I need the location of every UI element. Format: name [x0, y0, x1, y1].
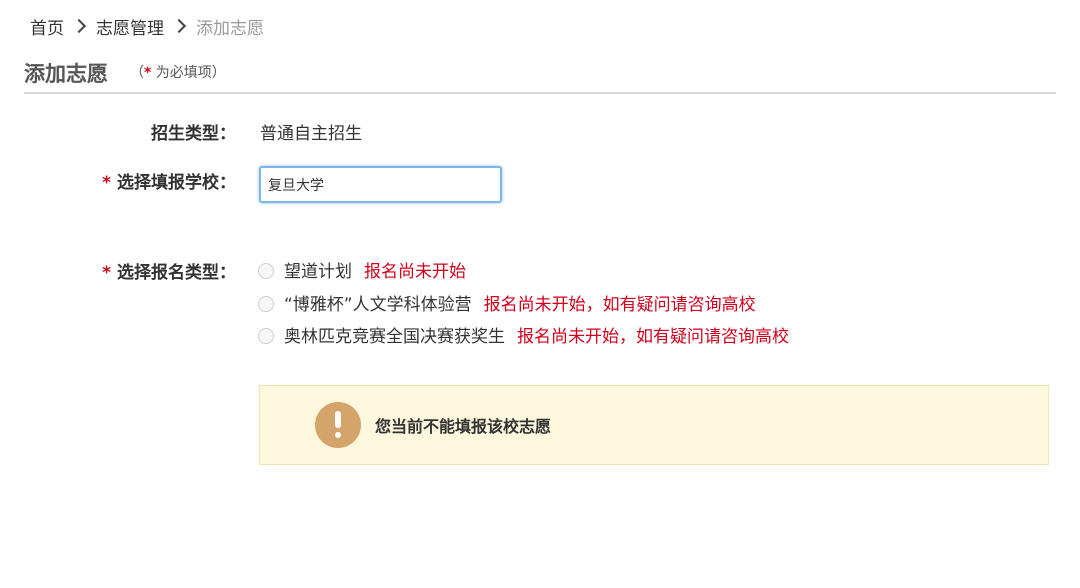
breadcrumb-home[interactable]: 首页	[30, 14, 64, 39]
required-note-open: （	[130, 65, 144, 81]
warning-text: 您当前不能填报该校志愿	[375, 417, 552, 436]
page-title: 添加志愿	[24, 62, 108, 86]
option-label: “博雅杯”人文学科体验营	[284, 294, 472, 315]
required-note-text: 为必填项）	[151, 65, 226, 81]
required-note: （* 为必填项）	[130, 62, 226, 82]
school-input[interactable]	[259, 166, 502, 203]
option-status: 报名尚未开始	[364, 261, 466, 282]
page-header: 添加志愿 （* 为必填项）	[24, 54, 1056, 94]
chevron-right-icon	[171, 18, 187, 34]
radio-button[interactable]	[258, 328, 274, 344]
exclamation-icon	[315, 402, 361, 448]
apply-type-option[interactable]: 望道计划 报名尚未开始	[258, 257, 466, 282]
add-application-page: 首页 志愿管理 添加志愿 添加志愿 （* 为必填项） 招生类型： 普通自主招生 …	[0, 0, 1080, 588]
warning-alert: 您当前不能填报该校志愿	[259, 385, 1049, 465]
admission-type-label: 招生类型：	[151, 124, 236, 144]
radio-button[interactable]	[258, 263, 274, 279]
chevron-right-icon	[71, 18, 87, 34]
breadcrumb-current: 添加志愿	[196, 18, 264, 39]
apply-type-label-text: 选择报名类型：	[117, 263, 236, 283]
required-star: *	[102, 173, 111, 193]
school-label-text: 选择填报学校：	[117, 173, 236, 193]
option-label: 奥林匹克竞赛全国决赛获奖生	[284, 326, 505, 347]
option-status: 报名尚未开始，如有疑问请咨询高校	[483, 294, 756, 315]
admission-type-value: 普通自主招生	[260, 124, 362, 144]
apply-type-label: * 选择报名类型：	[102, 258, 236, 283]
option-status: 报名尚未开始，如有疑问请咨询高校	[517, 326, 789, 347]
school-label: * 选择填报学校：	[102, 168, 236, 193]
option-label: 望道计划	[284, 261, 352, 282]
apply-type-option[interactable]: “博雅杯”人文学科体验营 报名尚未开始，如有疑问请咨询高校	[258, 290, 756, 315]
breadcrumb-application-management[interactable]: 志愿管理	[96, 14, 164, 39]
apply-type-option[interactable]: 奥林匹克竞赛全国决赛获奖生 报名尚未开始，如有疑问请咨询高校	[258, 322, 789, 347]
breadcrumb: 首页 志愿管理 添加志愿	[30, 12, 264, 40]
required-star: *	[102, 263, 111, 283]
radio-button[interactable]	[258, 296, 274, 312]
